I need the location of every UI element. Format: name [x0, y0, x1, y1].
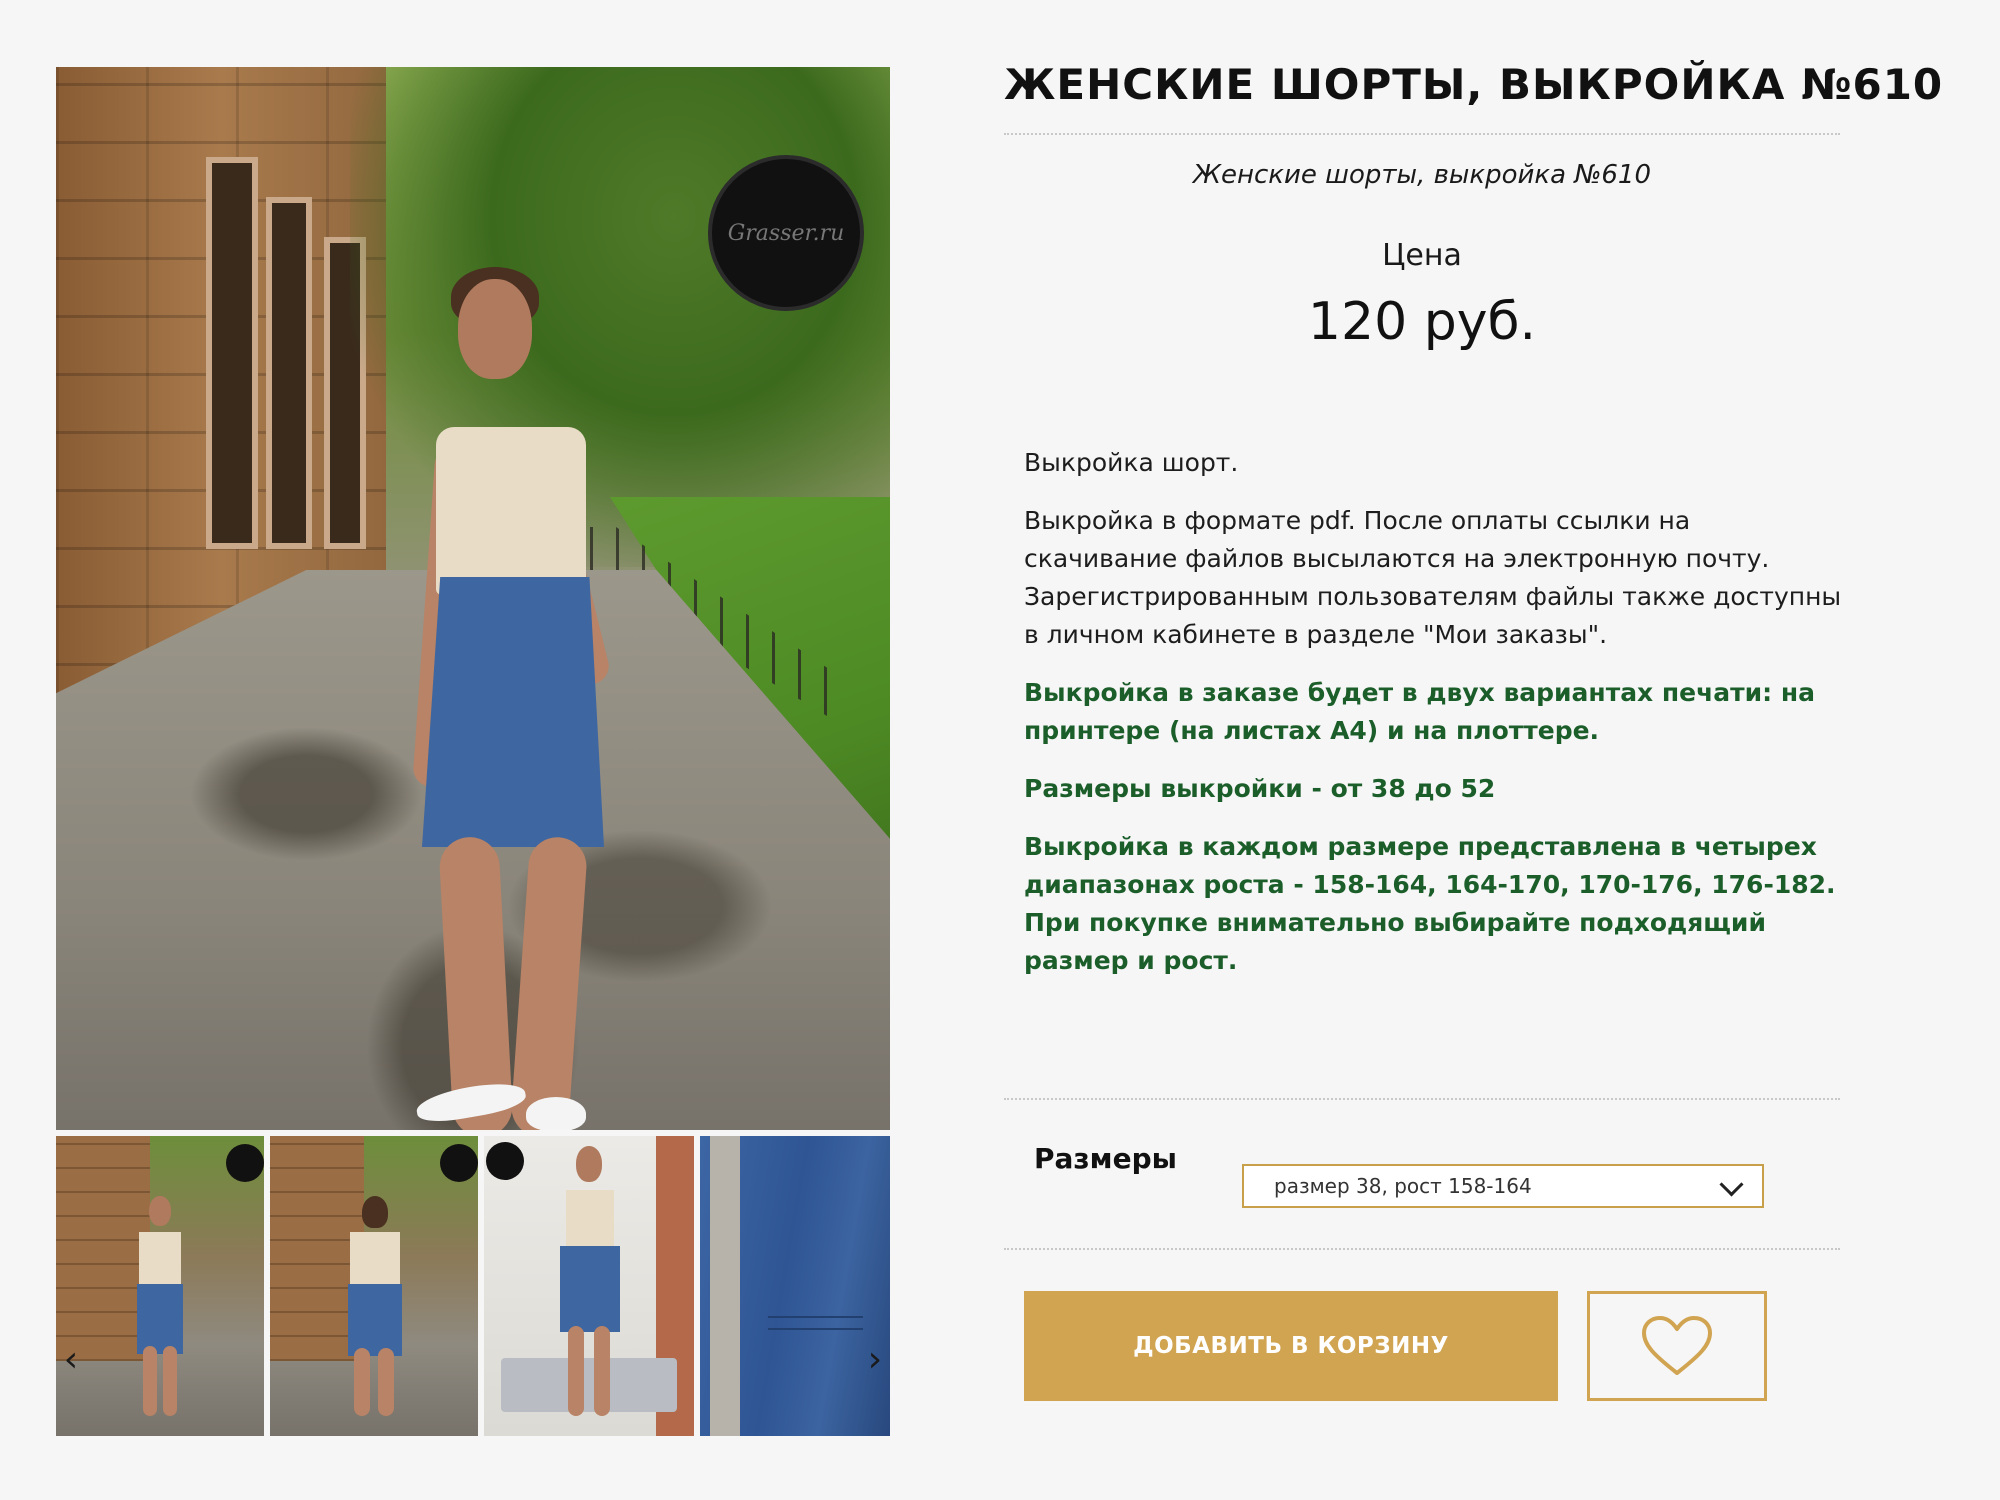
model-figure	[326, 197, 646, 1130]
heart-icon	[1642, 1316, 1712, 1375]
product-title: ЖЕНСКИЕ ШОРТЫ, ВЫКРОЙКА №610	[1004, 60, 1944, 109]
price-label: Цена	[1382, 238, 1462, 273]
thumbnail-2[interactable]	[270, 1136, 478, 1436]
brand-seal-logo	[486, 1142, 524, 1180]
chevron-down-icon	[1719, 1172, 1744, 1197]
product-subtitle: Женские шорты, выкройка №610	[1193, 160, 1651, 190]
thumbnail-3[interactable]	[484, 1136, 694, 1436]
size-select[interactable]: размер 38, рост 158-164	[1242, 1164, 1764, 1208]
description-highlight: Размеры выкройки - от 38 до 52	[1024, 774, 1496, 803]
brand-seal-logo	[226, 1144, 264, 1182]
description-paragraph: Выкройка в формате pdf. После оплаты ссы…	[1024, 506, 1842, 649]
description-highlight: Выкройка в каждом размере представлена в…	[1024, 832, 1836, 975]
description-highlight: Выкройка в заказе будет в двух вариантах…	[1024, 678, 1816, 745]
size-select-value: размер 38, рост 158-164	[1274, 1174, 1532, 1198]
price-value: 120 руб.	[1307, 292, 1537, 352]
sizes-label: Размеры	[1034, 1142, 1177, 1175]
thumbnail-strip	[56, 1136, 890, 1436]
divider	[1004, 1098, 1840, 1100]
product-description: Выкройка шорт. Выкройка в формате pdf. П…	[1024, 444, 1844, 1000]
shorts-pocket-detail	[768, 1316, 864, 1330]
brand-seal-logo	[440, 1144, 478, 1182]
chevron-right-icon[interactable]: ›	[860, 1342, 890, 1378]
divider	[1004, 1248, 1840, 1250]
add-to-cart-button[interactable]: ДОБАВИТЬ В КОРЗИНУ	[1024, 1291, 1558, 1401]
model-figure	[334, 1196, 414, 1416]
model-figure	[125, 1196, 195, 1416]
divider	[1004, 133, 1840, 135]
wall-window	[206, 157, 258, 549]
add-to-favorites-button[interactable]	[1587, 1291, 1767, 1401]
description-paragraph: Выкройка шорт.	[1024, 448, 1239, 477]
main-product-photo[interactable]: Grasser.ru	[56, 67, 890, 1130]
thumbnail-1[interactable]	[56, 1136, 264, 1436]
brand-seal-logo: Grasser.ru	[708, 155, 864, 311]
thumbnail-4[interactable]	[700, 1136, 890, 1436]
wall-window	[266, 197, 312, 549]
chevron-left-icon[interactable]: ‹	[56, 1342, 86, 1378]
model-figure	[544, 1146, 634, 1426]
